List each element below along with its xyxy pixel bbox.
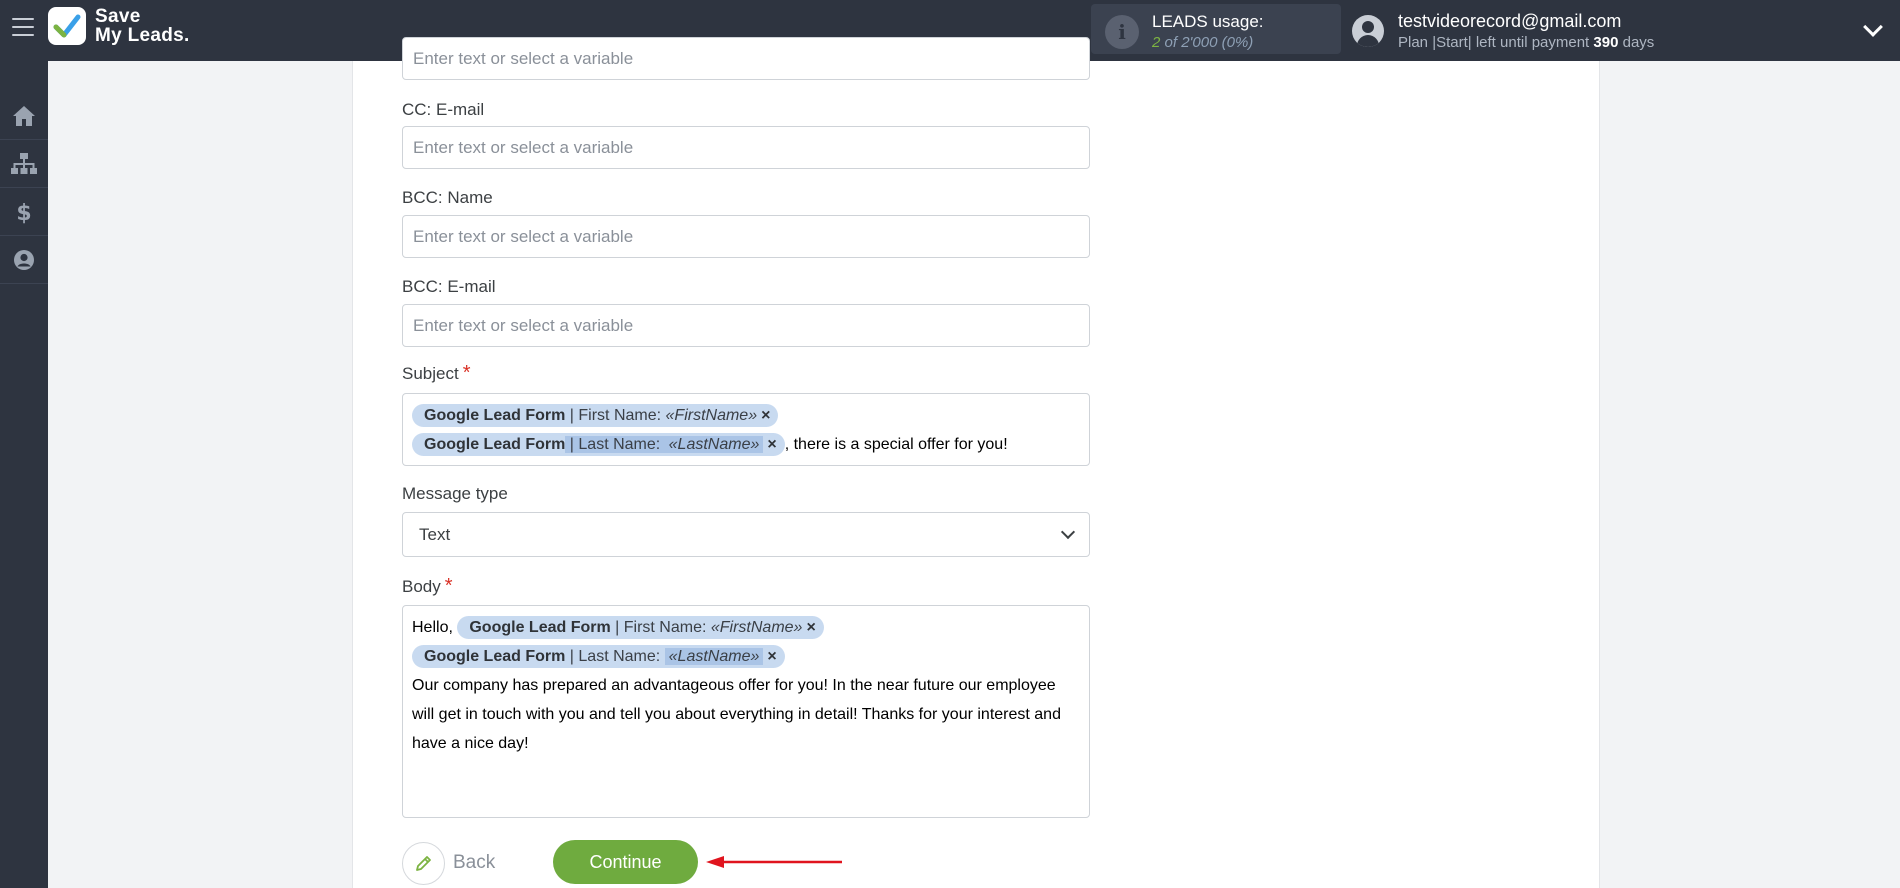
variable-chip-last-name[interactable]: Google Lead Form | Last Name: «LastName»…: [412, 433, 785, 456]
chip-remove-icon[interactable]: ×: [767, 648, 776, 665]
required-mark: *: [444, 575, 453, 597]
sidebar-item-connections[interactable]: [0, 141, 48, 188]
message-type-label: Message type: [402, 484, 508, 503]
cc-email-input[interactable]: [402, 126, 1090, 169]
subject-input[interactable]: Google Lead Form | First Name: «FirstNam…: [402, 393, 1090, 466]
bcc-email-label: BCC: E-mail: [402, 277, 496, 296]
leads-usage-widget[interactable]: i LEADS usage: 2 of 2'000 (0%): [1091, 4, 1341, 54]
days-left: 390: [1593, 34, 1619, 51]
chevron-down-icon[interactable]: [1863, 17, 1883, 37]
chip-remove-icon[interactable]: ×: [767, 436, 776, 453]
chip-variable: «FirstName»: [665, 407, 758, 424]
account-plan: Plan |Start| left until payment 390 days: [1398, 34, 1654, 51]
days-suffix: days: [1622, 34, 1655, 51]
logo-line-2: My Leads.: [95, 25, 190, 46]
usage-total: of 2'000: [1164, 34, 1218, 51]
chip-field: | First Name:: [565, 407, 666, 424]
chip-source: Google Lead Form: [424, 407, 566, 424]
chip-field: | First Name:: [610, 619, 711, 636]
back-label: Back: [453, 852, 496, 873]
cc-name-input[interactable]: [402, 37, 1090, 80]
variable-chip-first-name[interactable]: Google Lead Form | First Name: «FirstNam…: [412, 404, 779, 427]
dollar-icon: $: [16, 201, 31, 224]
plan-text: Plan |Start| left until payment: [1398, 34, 1590, 51]
sidebar-item-profile[interactable]: [0, 237, 48, 284]
usage-label: LEADS usage:: [1152, 12, 1264, 31]
back-button[interactable]: Back: [402, 841, 495, 885]
subject-text: , there is a special offer for you!: [784, 436, 1008, 453]
variable-chip-last-name[interactable]: Google Lead Form | Last Name: «LastName»…: [412, 645, 785, 668]
menu-icon[interactable]: [12, 18, 34, 38]
sidebar: $: [0, 61, 48, 888]
chip-variable: «FirstName»: [710, 619, 803, 636]
chip-field: | Last Name:: [565, 648, 665, 665]
logo-check-icon: [48, 7, 86, 45]
subject-label-text: Subject: [402, 364, 459, 383]
user-circle-icon: [14, 250, 34, 270]
svg-text:$: $: [16, 201, 31, 224]
annotation-arrow-icon: [706, 856, 842, 868]
sidebar-item-home[interactable]: [0, 93, 48, 140]
account-email: testvideorecord@gmail.com: [1398, 11, 1622, 31]
chip-source: Google Lead Form: [469, 619, 611, 636]
chip-remove-icon[interactable]: ×: [806, 619, 815, 636]
home-icon: [13, 106, 35, 126]
cc-email-label: CC: E-mail: [402, 100, 485, 119]
chip-variable: «LastName»: [664, 436, 764, 453]
body-text: Our company has prepared an advantageous…: [412, 677, 1061, 752]
body-greeting: Hello,: [412, 619, 453, 636]
chip-remove-icon[interactable]: ×: [761, 407, 770, 424]
bcc-name-input[interactable]: [402, 215, 1090, 258]
info-icon: i: [1105, 15, 1139, 49]
chip-source: Google Lead Form: [424, 436, 566, 453]
logo-line-1: Save: [95, 6, 141, 27]
logo-text: Save My Leads.: [95, 7, 190, 45]
bcc-email-input[interactable]: [402, 304, 1090, 347]
logo[interactable]: Save My Leads.: [48, 7, 190, 45]
avatar-icon: [1352, 15, 1384, 47]
chevron-down-icon: [1060, 524, 1076, 540]
chip-field: | Last Name:: [565, 436, 665, 453]
sitemap-icon: [11, 153, 37, 174]
bcc-name-label: BCC: Name: [402, 188, 493, 207]
pencil-icon: [402, 841, 445, 885]
body-textarea[interactable]: Hello, Google Lead Form | First Name: «F…: [402, 605, 1090, 818]
required-mark: *: [462, 362, 471, 384]
usage-used: 2: [1152, 34, 1161, 51]
continue-button[interactable]: Continue: [553, 840, 698, 884]
chip-variable: «LastName»: [664, 648, 764, 665]
message-type-select[interactable]: Text: [402, 512, 1090, 557]
body-label-text: Body: [402, 577, 441, 596]
message-type-value: Text: [419, 525, 451, 544]
usage-count: 2 of 2'000 (0%): [1152, 34, 1253, 51]
sidebar-item-billing[interactable]: $: [0, 189, 48, 236]
variable-chip-first-name[interactable]: Google Lead Form | First Name: «FirstNam…: [457, 616, 824, 639]
body-label: Body *: [402, 575, 453, 598]
subject-label: Subject *: [402, 362, 471, 385]
usage-percent: (0%): [1221, 34, 1254, 51]
chip-source: Google Lead Form: [424, 648, 566, 665]
